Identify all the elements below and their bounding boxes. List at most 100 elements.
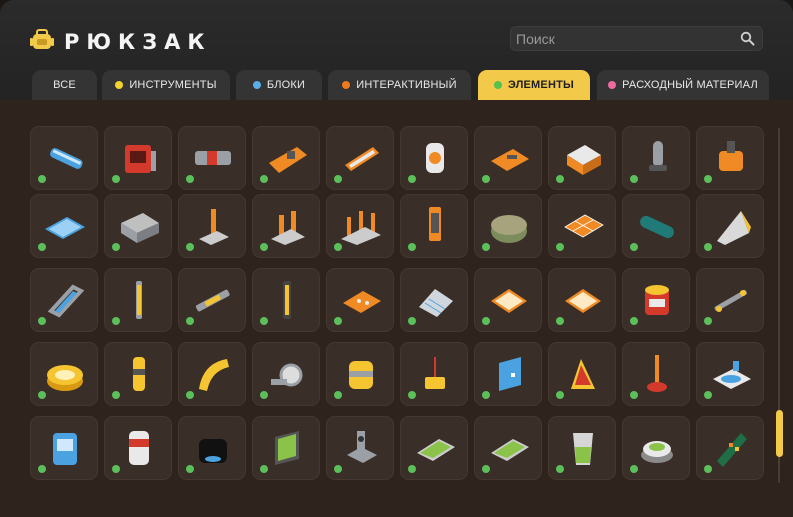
inventory-slot[interactable] <box>178 342 246 406</box>
status-dot <box>260 243 268 251</box>
status-dot <box>260 391 268 399</box>
inventory-slot[interactable] <box>326 194 394 258</box>
category-tabs: ВСЕ ИНСТРУМЕНТЫ БЛОКИ ИНТЕРАКТИВНЫЙ ЭЛЕМ… <box>0 70 793 100</box>
inventory-slot[interactable] <box>548 342 616 406</box>
item-grid <box>0 100 793 517</box>
cylinder-icon <box>426 143 444 173</box>
status-dot <box>408 391 416 399</box>
arm-icon <box>649 141 667 171</box>
inventory-slot[interactable] <box>326 126 394 190</box>
status-dot <box>186 391 194 399</box>
inventory-slot[interactable] <box>178 416 246 480</box>
inventory-slot[interactable] <box>252 416 320 480</box>
inventory-slot[interactable] <box>30 268 98 332</box>
circuit-icon <box>717 433 747 467</box>
tab-dot <box>494 81 502 89</box>
wedge-icon <box>717 211 751 245</box>
tab-label: ЭЛЕМЕНТЫ <box>508 79 574 91</box>
inventory-slot[interactable] <box>326 268 394 332</box>
tab-tools[interactable]: ИНСТРУМЕНТЫ <box>102 70 230 100</box>
inventory-slot[interactable] <box>400 342 468 406</box>
inventory-slot[interactable] <box>622 268 690 332</box>
tray-icon <box>491 149 529 171</box>
inventory-slot[interactable] <box>178 194 246 258</box>
tab-interactive[interactable]: ИНТЕРАКТИВНЫЙ <box>328 70 471 100</box>
tab-elements[interactable]: ЭЛЕМЕНТЫ <box>478 70 590 100</box>
status-dot <box>704 465 712 473</box>
status-dot <box>334 317 342 325</box>
inventory-slot[interactable] <box>696 342 764 406</box>
tab-consumables[interactable]: РАСХОДНЫЙ МАТЕРИАЛ <box>597 70 769 100</box>
scrollbar-thumb[interactable] <box>776 410 783 457</box>
disc-icon <box>47 365 83 391</box>
inventory-slot[interactable] <box>30 194 98 258</box>
status-dot <box>112 243 120 251</box>
tab-blocks[interactable]: БЛОКИ <box>236 70 322 100</box>
inventory-slot[interactable] <box>252 342 320 406</box>
inventory-slot[interactable] <box>622 342 690 406</box>
inventory-slot[interactable] <box>474 126 542 190</box>
inventory-slot[interactable] <box>474 268 542 332</box>
status-dot <box>556 175 564 183</box>
beam-icon <box>269 147 307 173</box>
inventory-slot[interactable] <box>696 126 764 190</box>
status-dot <box>556 317 564 325</box>
status-dot <box>408 175 416 183</box>
status-dot <box>408 243 416 251</box>
inventory-slot[interactable] <box>252 268 320 332</box>
inventory-slot[interactable] <box>400 268 468 332</box>
tab-label: ИНТЕРАКТИВНЫЙ <box>356 79 457 91</box>
inventory-slot[interactable] <box>400 416 468 480</box>
inventory-slot[interactable] <box>104 342 172 406</box>
tab-label: РАСХОДНЫЙ МАТЕРИАЛ <box>622 79 758 91</box>
switch-icon <box>425 357 445 389</box>
post-icon <box>429 207 441 241</box>
inventory-slot[interactable] <box>104 126 172 190</box>
status-dot <box>556 391 564 399</box>
inventory-slot[interactable] <box>400 126 468 190</box>
inventory-slot[interactable] <box>30 126 98 190</box>
status-dot <box>334 243 342 251</box>
panel-icon <box>343 291 381 313</box>
inventory-slot[interactable] <box>474 194 542 258</box>
wheel-mount-icon <box>271 363 303 387</box>
status-dot <box>630 243 638 251</box>
inventory-slot[interactable] <box>104 194 172 258</box>
inventory-slot[interactable] <box>622 194 690 258</box>
inventory-slot[interactable] <box>474 342 542 406</box>
inventory-slot[interactable] <box>104 268 172 332</box>
inventory-slot[interactable] <box>252 194 320 258</box>
inventory-slot[interactable] <box>696 194 764 258</box>
inventory-slot[interactable] <box>548 268 616 332</box>
inventory-slot[interactable] <box>326 416 394 480</box>
tile-icon <box>565 289 601 313</box>
inventory-slot[interactable] <box>178 126 246 190</box>
inventory-slot[interactable] <box>548 126 616 190</box>
inventory-slot[interactable] <box>104 416 172 480</box>
glass-icon <box>573 433 593 465</box>
tab-dot <box>115 81 124 89</box>
inventory-slot[interactable] <box>178 268 246 332</box>
inventory-slot[interactable] <box>622 126 690 190</box>
search-input[interactable] <box>511 27 731 50</box>
inventory-slot[interactable] <box>548 194 616 258</box>
inventory-slot[interactable] <box>400 194 468 258</box>
shaft-icon <box>714 290 747 312</box>
inventory-slot[interactable] <box>622 416 690 480</box>
status-dot <box>334 175 342 183</box>
tab-all[interactable]: ВСЕ <box>32 70 97 100</box>
inventory-slot[interactable] <box>548 416 616 480</box>
inventory-slot[interactable] <box>30 416 98 480</box>
search-icon[interactable] <box>740 31 755 46</box>
status-dot <box>704 243 712 251</box>
inventory-slot[interactable] <box>696 268 764 332</box>
status-dot <box>186 465 194 473</box>
inventory-slot[interactable] <box>696 416 764 480</box>
status-dot <box>704 317 712 325</box>
tab-dot <box>342 81 351 89</box>
inventory-slot[interactable] <box>252 126 320 190</box>
inventory-slot[interactable] <box>326 342 394 406</box>
status-dot <box>408 317 416 325</box>
inventory-slot[interactable] <box>30 342 98 406</box>
inventory-slot[interactable] <box>474 416 542 480</box>
